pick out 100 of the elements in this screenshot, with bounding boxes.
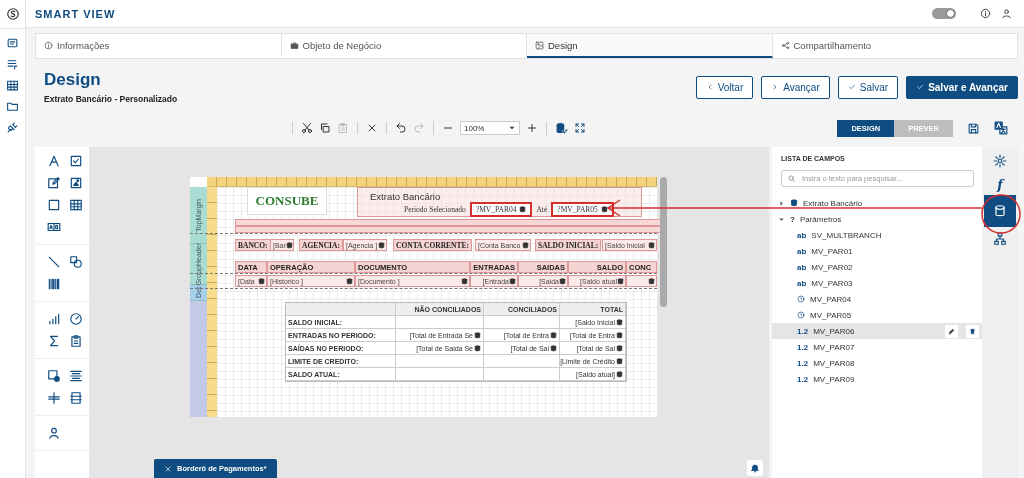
- database-icon: [648, 277, 655, 285]
- next-button[interactable]: Avançar: [761, 75, 830, 99]
- database-icon: [474, 331, 481, 339]
- page-break-icon[interactable]: [69, 369, 83, 383]
- folder-icon[interactable]: [6, 100, 19, 113]
- report-title: Extrato Bancário: [370, 191, 441, 202]
- info-icon: [44, 40, 53, 50]
- tree-label: MV_PAR05: [810, 310, 852, 320]
- save-and-next-button[interactable]: Salvar e Avançar: [906, 75, 1018, 99]
- type-tag: 1.2: [797, 374, 809, 384]
- user-icon[interactable]: [1001, 8, 1012, 19]
- toggle-switch[interactable]: [932, 8, 956, 19]
- back-button[interactable]: Voltar: [695, 75, 754, 99]
- comment-icon[interactable]: [6, 37, 19, 50]
- tree-item[interactable]: MV_PAR04: [772, 291, 982, 307]
- edit-button[interactable]: [945, 324, 958, 338]
- sum-icon[interactable]: [47, 334, 61, 348]
- type-tag: ab: [797, 262, 807, 272]
- rich-text-icon[interactable]: [47, 220, 61, 234]
- notification-button[interactable]: [747, 460, 763, 476]
- database-icon: [461, 277, 468, 285]
- database-icon: [616, 318, 623, 326]
- delete-icon[interactable]: [366, 122, 378, 134]
- trash-icon: [969, 327, 976, 335]
- list-icon[interactable]: [6, 58, 19, 71]
- database-icon: [258, 277, 265, 285]
- tree-item[interactable]: 1.2 MV_PAR08: [772, 355, 982, 371]
- step-tab[interactable]: Design: [527, 34, 773, 58]
- label-tool-icon[interactable]: [47, 154, 61, 168]
- tree-item[interactable]: MV_PAR05: [772, 307, 982, 323]
- band-icon[interactable]: [69, 391, 83, 405]
- logo-icon[interactable]: [5, 7, 20, 21]
- database-icon: [790, 199, 798, 207]
- tree-item[interactable]: 1.2 MV_PAR06: [772, 323, 982, 339]
- side-tab[interactable]: f: [984, 173, 1016, 195]
- database-icon: [559, 277, 566, 285]
- copy-icon[interactable]: [319, 122, 331, 134]
- save-icon[interactable]: [967, 121, 980, 135]
- tree-label: Extrato Bancário: [803, 198, 863, 208]
- gauge-icon[interactable]: [69, 312, 83, 326]
- clipboard-icon[interactable]: [69, 334, 83, 348]
- step-tab[interactable]: Informações: [36, 34, 282, 58]
- bar-chart-icon[interactable]: [47, 312, 61, 326]
- type-tag: ab: [797, 230, 807, 240]
- delete-button[interactable]: [966, 324, 979, 338]
- page-subtitle: Extrato Bancário - Personalizado: [44, 94, 179, 104]
- share-icon: [780, 40, 790, 50]
- line-icon[interactable]: [47, 255, 61, 269]
- bell-icon: [750, 463, 760, 473]
- square-icon[interactable]: [47, 198, 61, 212]
- step-tab[interactable]: Compartilhamento: [772, 34, 1017, 58]
- database-check-icon[interactable]: [555, 121, 568, 135]
- edit-box-icon[interactable]: [47, 176, 61, 190]
- translate-icon[interactable]: [994, 121, 1008, 135]
- close-icon[interactable]: [164, 464, 172, 473]
- side-tab[interactable]: [984, 195, 1016, 227]
- picture-icon[interactable]: [69, 176, 83, 190]
- caret-icon: [508, 124, 516, 132]
- pencil-icon: [948, 327, 955, 335]
- type-tag: 1.2: [797, 358, 809, 368]
- tree-item[interactable]: ? Parâmetros: [772, 211, 982, 227]
- checkbox-icon[interactable]: [69, 154, 83, 168]
- tree-item[interactable]: ab MV_PAR03: [772, 275, 982, 291]
- database-icon: [616, 357, 623, 365]
- tree-label: MV_PAR09: [813, 374, 855, 384]
- undo-icon[interactable]: [395, 122, 407, 134]
- tree-label: MV_PAR04: [810, 294, 852, 304]
- zoom-in-icon[interactable]: [526, 122, 538, 134]
- tree-item[interactable]: 1.2 MV_PAR07: [772, 339, 982, 355]
- info-icon[interactable]: [980, 8, 991, 19]
- subreport-icon[interactable]: [47, 369, 61, 383]
- fullscreen-icon[interactable]: [574, 122, 586, 134]
- save-button[interactable]: Salvar: [837, 75, 899, 99]
- tree-item[interactable]: ab MV_PAR02: [772, 259, 982, 275]
- tree-label: MV_PAR02: [811, 262, 853, 272]
- cross-band-icon[interactable]: [47, 391, 61, 405]
- barcode-icon[interactable]: [47, 277, 61, 291]
- database-icon: [550, 331, 557, 339]
- caret-icon[interactable]: [778, 199, 785, 207]
- cut-icon[interactable]: [301, 122, 313, 134]
- caret-icon[interactable]: [778, 215, 785, 223]
- table-icon[interactable]: [6, 79, 19, 92]
- plug-icon[interactable]: [6, 121, 19, 134]
- tree-item[interactable]: ab MV_PAR01: [772, 243, 982, 259]
- database-icon: [550, 344, 557, 352]
- check-icon: [916, 83, 925, 91]
- person-icon[interactable]: [47, 426, 61, 440]
- database-icon: [600, 206, 608, 213]
- tree-item[interactable]: Extrato Bancário: [772, 195, 982, 211]
- database-icon: [617, 277, 624, 285]
- shapes-icon[interactable]: [69, 255, 83, 269]
- tree-item[interactable]: 1.2 MV_PAR09: [772, 371, 982, 387]
- clock-icon: [797, 311, 805, 319]
- database-icon: [522, 241, 529, 249]
- table-icon[interactable]: [69, 198, 83, 212]
- tree-label: MV_PAR07: [813, 342, 855, 352]
- tree-label: MV_PAR08: [813, 358, 855, 368]
- tree-item[interactable]: ab SV_MULTBRANCH: [772, 227, 982, 243]
- zoom-select[interactable]: 100%: [460, 121, 520, 135]
- app-title: SMART VIEW: [35, 7, 116, 20]
